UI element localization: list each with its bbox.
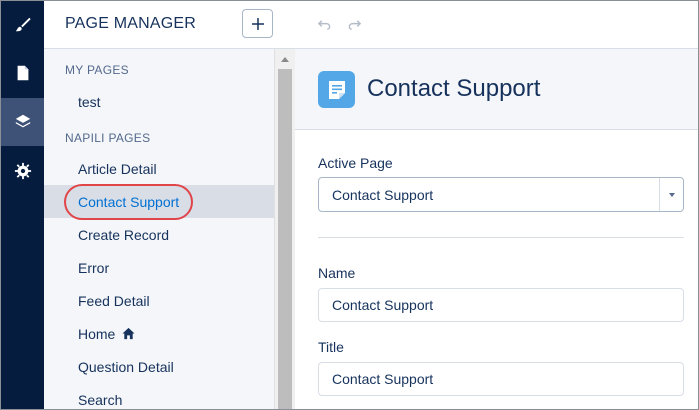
section-divider: [318, 237, 684, 238]
page-title: Contact Support: [367, 75, 541, 102]
page-item-create-record[interactable]: Create Record: [44, 218, 274, 251]
page-type-badge: [318, 71, 355, 108]
active-page-select[interactable]: Contact Support: [318, 177, 684, 212]
theme-button[interactable]: [1, 1, 44, 49]
plus-icon: [251, 17, 264, 30]
gear-icon: [14, 162, 31, 180]
scroll-up-arrow-icon[interactable]: [281, 57, 289, 62]
name-field[interactable]: Contact Support: [318, 288, 684, 322]
page-list-scrollbar[interactable]: [274, 49, 295, 409]
page-item-feed-detail[interactable]: Feed Detail: [44, 284, 274, 317]
page-item-home-label: Home: [78, 325, 116, 342]
scroll-thumb[interactable]: [278, 69, 292, 409]
add-page-button[interactable]: [242, 9, 273, 38]
page-item-home[interactable]: Home: [44, 317, 274, 350]
page-properties-area: Contact Support Active Page Contact Supp…: [295, 1, 698, 409]
page-item-test[interactable]: test: [44, 85, 274, 118]
active-page-label: Active Page: [318, 155, 393, 171]
pages-button[interactable]: [1, 49, 44, 97]
page-manager-panel: PAGE MANAGER MY PAGES test NAPILI PAGES …: [44, 1, 295, 409]
active-page-value: Contact Support: [332, 186, 434, 203]
editor-toolbar: [295, 1, 698, 49]
napili-pages-label: NAPILI PAGES: [65, 131, 151, 145]
page-header: Contact Support: [295, 49, 698, 130]
undo-icon: [317, 19, 330, 30]
page-item-search[interactable]: Search: [44, 383, 274, 409]
page-manager-header: PAGE MANAGER: [44, 1, 295, 49]
undo-button[interactable]: [313, 13, 335, 35]
page-item-question-detail[interactable]: Question Detail: [44, 350, 274, 383]
redo-icon: [348, 19, 361, 30]
my-pages-label: MY PAGES: [65, 63, 129, 77]
document-icon: [328, 80, 345, 99]
page-item-error[interactable]: Error: [44, 251, 274, 284]
page-manager-button[interactable]: [1, 98, 44, 146]
app-frame: PAGE MANAGER MY PAGES test NAPILI PAGES …: [0, 0, 699, 410]
select-caret-icon[interactable]: [659, 178, 683, 211]
name-label: Name: [318, 265, 356, 281]
page-item-contact-support[interactable]: Contact Support: [44, 185, 274, 218]
title-field[interactable]: Contact Support: [318, 362, 684, 396]
brush-icon: [15, 17, 31, 32]
redo-button[interactable]: [343, 13, 365, 35]
settings-button[interactable]: [1, 147, 44, 195]
layers-icon: [15, 114, 30, 128]
icon-rail: [1, 1, 44, 409]
title-label: Title: [318, 339, 344, 355]
page-icon: [17, 65, 28, 81]
home-icon: [122, 327, 135, 340]
page-item-article-detail[interactable]: Article Detail: [44, 152, 274, 185]
page-manager-title: PAGE MANAGER: [65, 15, 197, 32]
